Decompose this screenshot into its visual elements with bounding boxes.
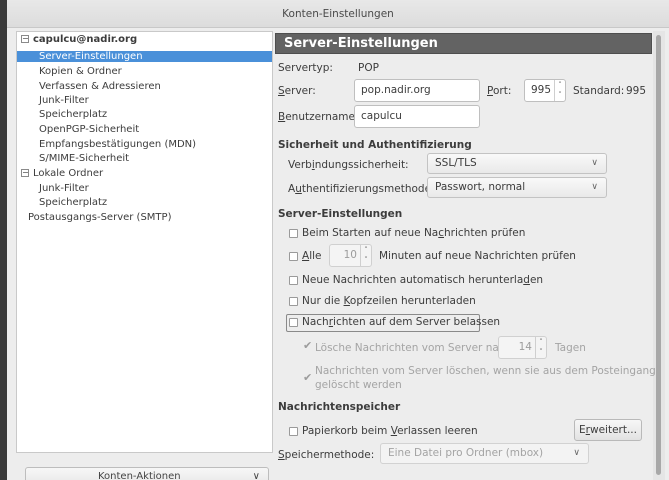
username-input[interactable]: capulcu	[354, 105, 480, 128]
spin-arrows-icon[interactable]: ˄ ˅	[535, 337, 546, 358]
tree-item-label: Postausgangs-Server (SMTP)	[28, 212, 172, 223]
tree-item-label: OpenPGP-Sicherheit	[39, 124, 140, 135]
username-value: capulcu	[361, 110, 402, 122]
tree-item[interactable]: − capulcu@nadir.org	[17, 34, 272, 45]
spin-arrows-icon[interactable]: ˄ ˅	[360, 245, 371, 266]
connection-security-label: Verbindungssicherheit:	[288, 159, 409, 171]
check-interval-value: 10	[343, 249, 357, 261]
vertical-scrollbar[interactable]	[653, 31, 665, 480]
storage-method-value: Eine Datei pro Ordner (mbox)	[388, 447, 544, 459]
tree-item-label: Speicherplatz	[39, 197, 108, 208]
standard-port-label: Standard:	[573, 85, 625, 97]
window-title: Konten-Einstellungen	[282, 8, 394, 20]
delete-after-suffix: Tagen	[555, 342, 586, 354]
collapse-toggle-icon[interactable]: −	[21, 35, 29, 43]
checkmark-icon[interactable]: ✔	[303, 372, 312, 383]
empty-trash-checkbox[interactable]	[289, 427, 298, 436]
tree-item[interactable]: − Lokale Ordner	[17, 168, 272, 179]
tree-item-label: Empfangsbestätigungen (MDN)	[39, 139, 197, 150]
username-label: Benutzername:	[278, 111, 359, 123]
tree-item-label: Server-Einstellungen	[39, 51, 143, 62]
delete-after-label: Lösche Nachrichten vom Server nach	[315, 342, 512, 354]
storage-method-select[interactable]: Eine Datei pro Ordner (mbox) ∨	[380, 443, 589, 464]
tree-item-label: Speicherplatz	[39, 109, 108, 120]
headers-only-label[interactable]: Nur die Kopfzeilen herunterladen	[302, 295, 476, 307]
delete-when-removed-line2: gelöscht werden	[315, 379, 402, 391]
delete-after-value: 14	[518, 341, 532, 353]
server-type-value: POP	[358, 62, 379, 74]
tree-item[interactable]: Verfassen & Adressieren	[17, 81, 272, 92]
server-hostname-input[interactable]: pop.nadir.org	[354, 79, 480, 102]
check-interval-spinbox[interactable]: 10 ˄ ˅	[329, 244, 372, 267]
server-hostname-value: pop.nadir.org	[361, 84, 431, 96]
chevron-down-icon: ∨	[573, 448, 580, 458]
spin-arrows-icon[interactable]: ˄ ˅	[554, 80, 565, 101]
delete-after-spinbox[interactable]: 14 ˄ ˅	[498, 336, 547, 359]
check-every-checkbox[interactable]	[289, 252, 298, 261]
account-actions-button[interactable]: Konten-Aktionen ∨	[25, 467, 269, 480]
storage-method-label: Speichermethode:	[278, 449, 375, 461]
chevron-down-icon: ∨	[591, 182, 598, 192]
chevron-down-icon: ∨	[591, 158, 598, 168]
tree-item-label: Lokale Ordner	[33, 168, 104, 179]
tree-item-label: Kopien & Ordner	[39, 66, 122, 77]
server-label: Server:	[278, 85, 316, 97]
tree-item-label: Junk-Filter	[39, 183, 89, 194]
check-interval-suffix: Minuten auf neue Nachrichten prüfen	[379, 250, 576, 262]
account-tree[interactable]: − capulcu@nadir.org Server-Einstellungen Ko…	[16, 31, 273, 453]
tree-item-label: Verfassen & Adressieren	[39, 81, 161, 92]
leave-on-server-checkbox[interactable]	[289, 318, 298, 327]
collapse-toggle-icon[interactable]: −	[21, 169, 29, 177]
tree-item[interactable]: S/MIME-Sicherheit	[17, 153, 272, 164]
tree-item[interactable]: Empfangsbestätigungen (MDN)	[17, 139, 272, 150]
tree-item-label: Junk-Filter	[39, 95, 89, 106]
storage-heading: Nachrichtenspeicher	[278, 401, 401, 413]
tree-item[interactable]: Junk-Filter	[17, 95, 272, 106]
standard-port-value: 995	[626, 85, 647, 97]
server-type-label: Servertyp:	[278, 62, 333, 74]
checkmark-icon[interactable]: ✔	[303, 340, 312, 351]
empty-trash-label[interactable]: Papierkorb beim Verlassen leeren	[302, 425, 478, 437]
auto-download-checkbox[interactable]	[289, 276, 298, 285]
auth-method-label: Authentifizierungsmethode:	[288, 183, 435, 195]
leave-on-server-label[interactable]: Nachrichten auf dem Server belassen	[302, 316, 500, 328]
check-on-start-label[interactable]: Beim Starten auf neue Nachrichten prüfen	[302, 227, 525, 239]
tree-item[interactable]: Server-Einstellungen	[17, 51, 272, 62]
chevron-down-icon: ∨	[252, 471, 260, 480]
tree-item[interactable]: Speicherplatz	[17, 197, 272, 208]
server-settings-heading: Server-Einstellungen	[278, 208, 403, 220]
scrollbar-thumb[interactable]	[656, 35, 661, 475]
tree-item[interactable]: Kopien & Ordner	[17, 66, 272, 77]
tree-item[interactable]: Junk-Filter	[17, 183, 272, 194]
auth-method-value: Passwort, normal	[435, 181, 526, 193]
port-value: 995	[530, 84, 551, 96]
tree-item-label: capulcu@nadir.org	[33, 34, 138, 45]
port-label: Port:	[487, 85, 512, 97]
tree-item[interactable]: Postausgangs-Server (SMTP)	[17, 212, 272, 223]
account-actions-label: Konten-Aktionen	[98, 471, 181, 480]
advanced-button[interactable]: Erweitert...	[574, 419, 642, 441]
section-title: Server-Einstellungen	[284, 36, 438, 51]
connection-security-select[interactable]: SSL/TLS ∨	[427, 153, 607, 174]
auth-method-select[interactable]: Passwort, normal ∨	[427, 177, 607, 198]
security-heading: Sicherheit und Authentifizierung	[278, 139, 472, 151]
account-settings-window: Konten-Einstellungen − capulcu@nadir.org S…	[7, 0, 669, 480]
port-spinbox[interactable]: 995 ˄ ˅	[524, 79, 566, 102]
auto-download-label[interactable]: Neue Nachrichten automatisch herunterlad…	[302, 274, 543, 286]
section-header: Server-Einstellungen	[275, 33, 652, 54]
tree-item-label: S/MIME-Sicherheit	[39, 153, 130, 164]
window-titlebar: Konten-Einstellungen	[7, 0, 669, 28]
check-on-start-checkbox[interactable]	[289, 229, 298, 238]
connection-security-value: SSL/TLS	[435, 157, 477, 169]
check-every-label[interactable]: Alle	[302, 250, 321, 262]
tree-item[interactable]: Speicherplatz	[17, 109, 272, 120]
headers-only-checkbox[interactable]	[289, 297, 298, 306]
delete-when-removed-line1: Nachrichten vom Server löschen, wenn sie…	[315, 365, 656, 377]
tree-item[interactable]: OpenPGP-Sicherheit	[17, 124, 272, 135]
